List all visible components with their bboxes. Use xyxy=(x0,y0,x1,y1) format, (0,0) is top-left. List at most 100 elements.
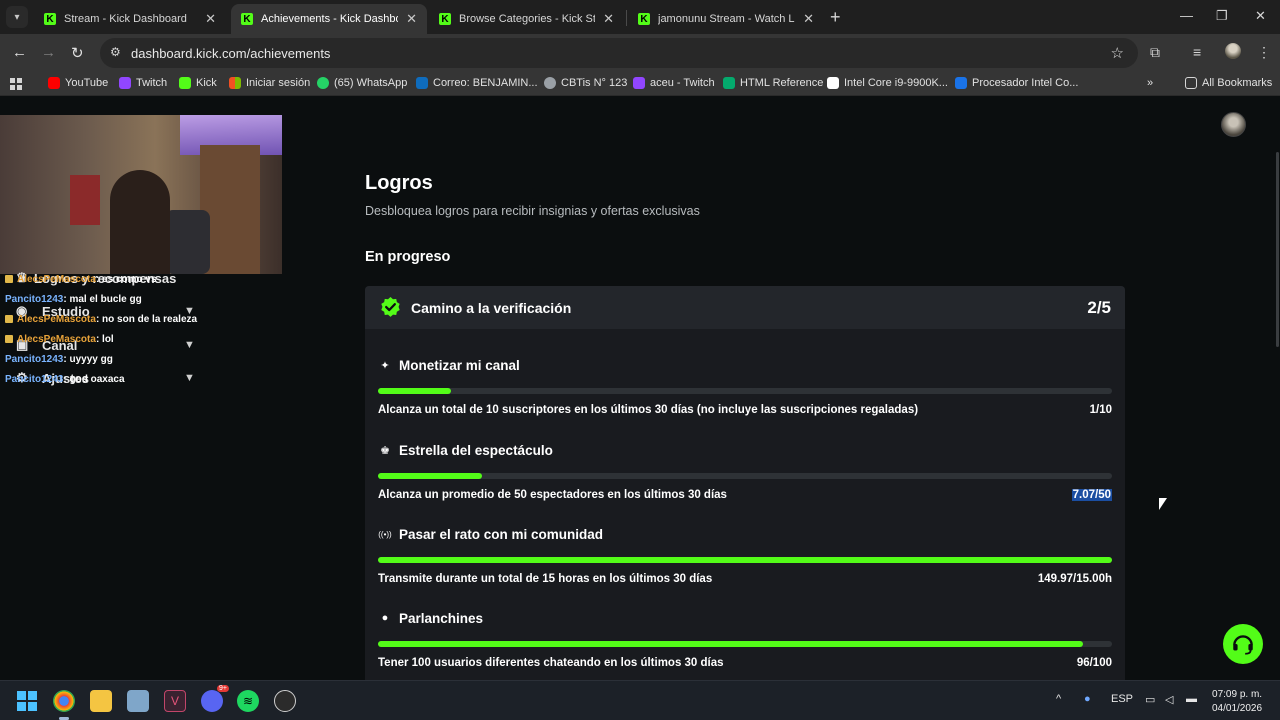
notification-badge: 9+ xyxy=(217,685,229,692)
chat-message: AlecsPeMascota: no son de la realeza xyxy=(5,314,197,325)
dashboard-sidebar: ♛ Logros y recompensas ◉ Estudio ▼ ▣ Can… xyxy=(0,97,282,680)
obs-icon[interactable] xyxy=(274,690,296,712)
tab-title: Achievements - Kick Dashboard xyxy=(261,13,398,25)
close-tab-icon[interactable]: ✕ xyxy=(205,11,216,27)
whatsapp-icon xyxy=(317,77,329,89)
tab-jamonunu-stream[interactable]: K jamonunu Stream - Watch Live ✕ xyxy=(628,4,824,34)
chat-text: : mal el bucle gg xyxy=(63,294,142,305)
subscriber-badge-icon xyxy=(5,275,13,284)
bookmark-label: All Bookmarks xyxy=(1202,77,1273,89)
card-title: Camino a la verificación xyxy=(411,300,572,316)
bookmark-cbtis[interactable]: CBTis N° 123 xyxy=(544,77,627,89)
bookmark-label: Twitch xyxy=(136,77,168,89)
streamer xyxy=(110,170,170,274)
discord-icon[interactable]: 9+ xyxy=(201,685,229,712)
chrome-icon[interactable] xyxy=(53,690,75,712)
progress-bar-fill xyxy=(378,473,482,479)
tab-achievements[interactable]: K Achievements - Kick Dashboard ✕ xyxy=(231,4,427,34)
chat-username: Pancito1243 xyxy=(5,374,64,385)
spotify-icon[interactable]: ≋ xyxy=(237,690,259,712)
tray-overflow-icon[interactable]: ^ xyxy=(1056,693,1061,705)
system-clock[interactable]: 07:09 p. m. 04/01/2026 xyxy=(1212,688,1262,716)
minimize-icon[interactable]: — xyxy=(1180,8,1193,23)
bookmark-html-reference[interactable]: HTML Reference xyxy=(723,77,823,89)
page-title: Logros xyxy=(365,172,433,194)
network-icon[interactable]: ▭ xyxy=(1145,693,1155,706)
bookmark-correo[interactable]: Correo: BENJAMIN... xyxy=(416,77,538,89)
kick-favicon-icon: K xyxy=(638,13,650,25)
bookmark-twitch[interactable]: Twitch xyxy=(119,77,167,89)
bookmark-youtube[interactable]: YouTube xyxy=(48,77,108,89)
verification-card: Camino a la verificación 2/5 ✦ Monetizar… xyxy=(365,286,1125,680)
card-header[interactable]: Camino a la verificación 2/5 xyxy=(365,286,1125,329)
more-bookmarks-button[interactable]: » xyxy=(1147,77,1153,89)
chat-text: : lol xyxy=(95,334,114,345)
bookmark-whatsapp[interactable]: (65) WhatsApp xyxy=(317,77,407,89)
browser-titlebar: ▾ K Stream - Kick Dashboard ✕ K Achievem… xyxy=(0,0,1280,34)
close-tab-icon[interactable]: ✕ xyxy=(803,11,814,27)
chat-message: AlecsPeMascota: es como vs xyxy=(5,274,157,285)
language-indicator[interactable]: ESP xyxy=(1111,693,1133,705)
all-bookmarks-button[interactable]: All Bookmarks xyxy=(1185,77,1272,89)
file-explorer-icon[interactable] xyxy=(90,690,112,712)
achievement-title: Parlanchines xyxy=(399,610,484,626)
bookmark-aceu-twitch[interactable]: aceu - Twitch xyxy=(633,77,715,89)
windows-start-icon[interactable] xyxy=(16,690,38,712)
bookmark-label: CBTis N° 123 xyxy=(561,77,628,89)
more-menu-icon[interactable]: ⋮ xyxy=(1257,44,1271,61)
battery-icon[interactable]: ▬ xyxy=(1186,693,1197,705)
forward-icon[interactable]: → xyxy=(41,44,56,61)
broadcast-icon: ((•)) xyxy=(378,529,392,539)
site-info-icon[interactable]: ⚙ xyxy=(110,45,121,59)
bookmark-label: YouTube xyxy=(65,77,109,89)
photos-icon[interactable] xyxy=(127,690,149,712)
chevron-down-icon: ▼ xyxy=(184,372,195,384)
kick-favicon-icon: K xyxy=(44,13,56,25)
kick-favicon-icon: K xyxy=(439,13,451,25)
media-controls-icon[interactable]: ≡ xyxy=(1193,44,1201,60)
tab-browse-categories[interactable]: K Browse Categories - Kick Stream ✕ xyxy=(429,4,624,34)
volume-icon[interactable]: ◁ xyxy=(1165,693,1173,706)
chat-username: Pancito1243 xyxy=(5,294,64,305)
url-text[interactable]: dashboard.kick.com/achievements xyxy=(131,46,330,61)
webcam-overlay xyxy=(0,115,282,274)
restore-icon[interactable]: ❐ xyxy=(1216,8,1228,24)
achievement-title: Pasar el rato con mi comunidad xyxy=(399,526,604,542)
card-progress-count: 2/5 xyxy=(1087,298,1111,317)
bookmark-star-icon[interactable]: ☆ xyxy=(1111,44,1124,62)
new-tab-icon[interactable]: + xyxy=(830,7,841,28)
browser-profile-avatar[interactable] xyxy=(1225,43,1241,59)
verified-badge-icon xyxy=(381,296,400,317)
progress-bar xyxy=(378,388,1112,394)
page-scrollbar[interactable] xyxy=(1276,152,1279,347)
apps-grid-icon[interactable] xyxy=(10,78,22,90)
back-icon[interactable]: ← xyxy=(12,44,27,61)
subscriber-badge-icon xyxy=(5,335,13,344)
headset-icon xyxy=(1233,635,1253,655)
folder-icon xyxy=(1185,77,1197,89)
achievement-value[interactable]: 7.07/50 xyxy=(1071,489,1112,501)
chat-message: AlecsPeMascota: lol xyxy=(5,334,114,345)
close-tab-icon[interactable]: ✕ xyxy=(406,11,417,27)
address-bar[interactable]: ⚙ dashboard.kick.com/achievements ☆ xyxy=(100,38,1138,68)
clock-date: 04/01/2026 xyxy=(1212,703,1263,714)
bookmark-kick[interactable]: Kick xyxy=(179,77,217,89)
tab-title: Stream - Kick Dashboard xyxy=(64,13,187,25)
tab-stream-dashboard[interactable]: K Stream - Kick Dashboard ✕ xyxy=(34,4,226,34)
page-subtitle: Desbloquea logros para recibir insignias… xyxy=(365,204,700,218)
close-window-icon[interactable]: ✕ xyxy=(1255,8,1266,24)
extensions-icon[interactable]: ⧉ xyxy=(1150,44,1160,61)
microphone-icon[interactable]: ● xyxy=(1084,693,1091,705)
bookmark-iniciar-sesion[interactable]: Iniciar sesión xyxy=(229,77,310,89)
achievement-title: Estrella del espectáculo xyxy=(399,442,553,458)
windows-taskbar: V 9+ ≋ ^ ● ESP ▭ ◁ ▬ 07:09 p. m. 04/01/2… xyxy=(0,680,1280,720)
valorant-icon[interactable]: V xyxy=(164,690,186,712)
bookmark-intel-core[interactable]: Intel Core i9-9900K... xyxy=(827,77,948,89)
bookmark-label: Intel Core i9-9900K... xyxy=(844,77,948,89)
support-button[interactable] xyxy=(1223,624,1263,664)
user-avatar[interactable] xyxy=(1221,112,1246,137)
close-tab-icon[interactable]: ✕ xyxy=(603,11,614,27)
bookmark-procesador-intel[interactable]: Procesador Intel Co... xyxy=(955,77,1078,89)
tab-search-icon[interactable]: ▾ xyxy=(6,6,28,28)
reload-icon[interactable]: ↻ xyxy=(71,44,84,62)
